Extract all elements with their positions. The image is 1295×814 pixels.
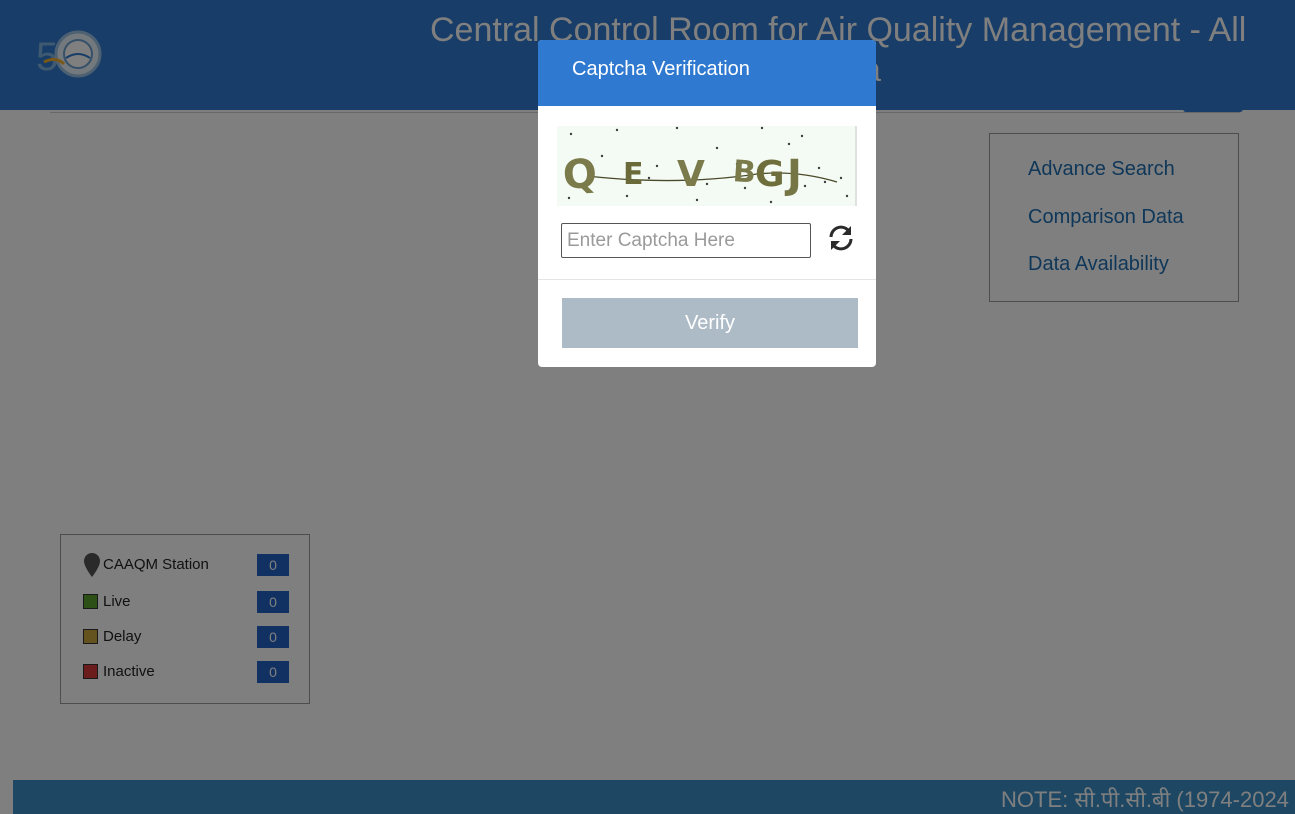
refresh-icon[interactable]: [827, 224, 855, 252]
captcha-image: Q E V B G J: [557, 126, 857, 206]
svg-text:B: B: [732, 154, 757, 191]
verify-button[interactable]: Verify: [562, 298, 858, 348]
captcha-modal: Captcha Verification Q E V B G J Enter C…: [538, 40, 876, 367]
modal-title: Captcha Verification: [572, 58, 750, 80]
svg-text:G: G: [755, 154, 785, 195]
captcha-input[interactable]: [561, 223, 811, 258]
modal-header: Captcha Verification: [538, 40, 876, 106]
modal-separator: [538, 279, 876, 280]
svg-text:V: V: [677, 154, 705, 195]
svg-text:E: E: [623, 157, 644, 192]
svg-text:Q: Q: [561, 151, 598, 199]
svg-text:J: J: [784, 152, 802, 198]
